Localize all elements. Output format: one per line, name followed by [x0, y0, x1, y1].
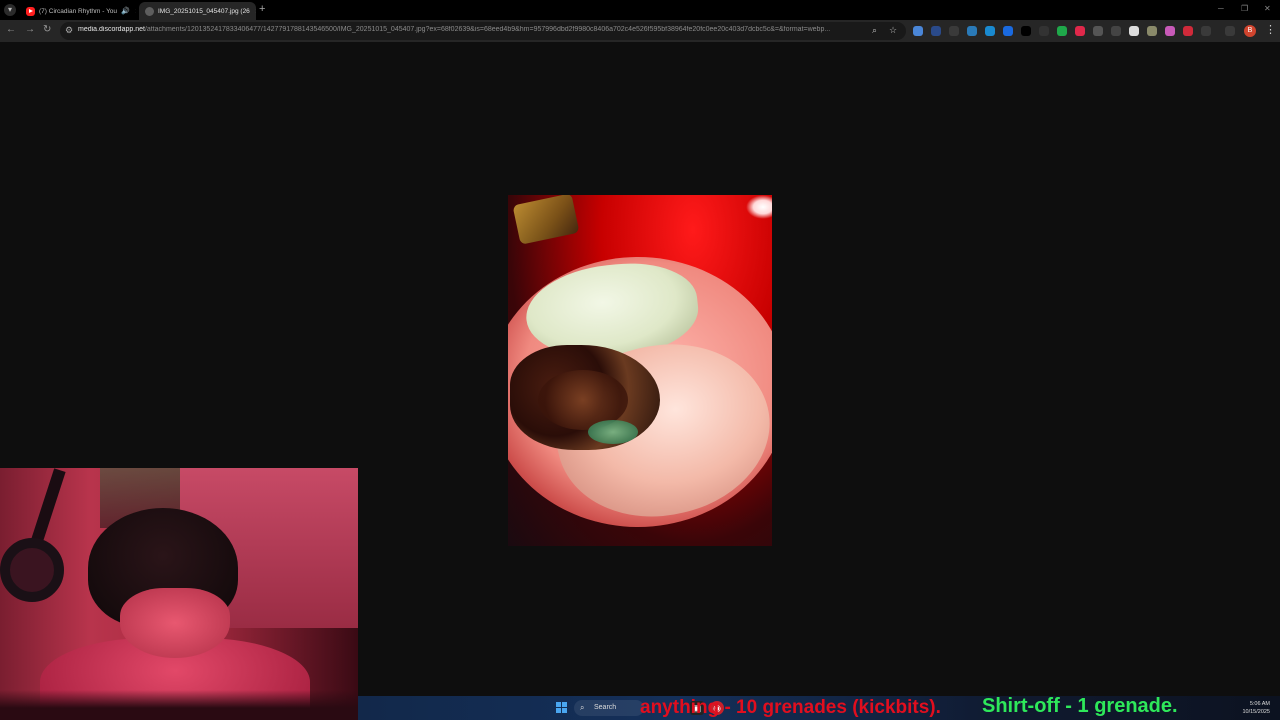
- zoom-icon[interactable]: ⌕: [872, 25, 877, 36]
- image-greens: [588, 420, 638, 444]
- extension-icon[interactable]: [1111, 26, 1121, 36]
- tab-title: IMG_20251015_045407.jpg (26: [158, 7, 250, 15]
- back-button[interactable]: ←: [6, 24, 16, 35]
- address-bar[interactable]: ⚙ media.discordapp.net/attachments/12013…: [60, 22, 906, 40]
- extension-icon[interactable]: [1147, 26, 1157, 36]
- search-icon: ⌕: [580, 703, 585, 712]
- webcam-person-face: [120, 588, 230, 658]
- overlay-red-ticker: anything - 10 grenades (kickbits).: [640, 697, 941, 718]
- close-tab-icon[interactable]: ✕: [250, 7, 256, 16]
- system-clock[interactable]: 5:06 AM 10/15/2025: [1242, 700, 1270, 716]
- restore-button[interactable]: ❐: [1241, 4, 1248, 13]
- viewed-image-food-plate[interactable]: [508, 195, 772, 546]
- speaker-icon[interactable]: 🔊: [121, 7, 130, 15]
- url-domain: media.discordapp.net: [78, 26, 145, 33]
- tab-strip: ▾ (7) Circadian Rhythm - You 🔊 ✕ IMG_202…: [0, 0, 1280, 20]
- forward-button[interactable]: →: [25, 24, 35, 35]
- extension-icon[interactable]: [1021, 26, 1031, 36]
- url-text[interactable]: media.discordapp.net/attachments/1201352…: [78, 26, 858, 33]
- clock-date: 10/15/2025: [1242, 709, 1270, 715]
- bookmark-star-icon[interactable]: ☆: [889, 25, 897, 36]
- new-tab-button[interactable]: +: [259, 3, 265, 15]
- close-tab-icon[interactable]: ✕: [130, 7, 136, 16]
- browser-toolbar: ← → ↻ ⚙ media.discordapp.net/attachments…: [0, 20, 1280, 42]
- youtube-icon: [26, 6, 35, 16]
- reload-button[interactable]: ↻: [43, 24, 51, 35]
- extension-icon[interactable]: [913, 26, 923, 36]
- extension-icon[interactable]: [1003, 26, 1013, 36]
- site-info-icon[interactable]: ⚙: [65, 25, 73, 36]
- webcam-microphone: [0, 538, 64, 602]
- menu-dots-icon[interactable]: ⋮: [1265, 23, 1276, 36]
- extension-icon[interactable]: [1183, 26, 1193, 36]
- url-path: /attachments/1201352417833406477/1427791…: [144, 26, 831, 33]
- webcam-overlay: [0, 468, 358, 720]
- profile-avatar[interactable]: B: [1244, 25, 1256, 37]
- globe-icon: [145, 6, 154, 16]
- clock-time: 5:06 AM: [1249, 701, 1270, 707]
- extensions-puzzle-icon[interactable]: [1201, 26, 1211, 36]
- extension-icon[interactable]: [1075, 26, 1085, 36]
- extension-icon[interactable]: [1057, 26, 1067, 36]
- extension-icon[interactable]: [931, 26, 941, 36]
- extension-icon[interactable]: [967, 26, 977, 36]
- search-label: Search: [594, 704, 617, 711]
- taskbar-search[interactable]: ⌕ Search: [574, 700, 644, 716]
- extension-icon[interactable]: [985, 26, 995, 36]
- minimize-button[interactable]: ─: [1218, 4, 1224, 13]
- webcam-desk: [0, 690, 358, 720]
- extension-icon[interactable]: [1129, 26, 1139, 36]
- extension-icon[interactable]: [1039, 26, 1049, 36]
- tab-title: (7) Circadian Rhythm - You: [39, 7, 118, 15]
- extension-icon[interactable]: [1093, 26, 1103, 36]
- tab-image[interactable]: IMG_20251015_045407.jpg (26 ✕: [139, 2, 256, 20]
- windows-start-icon[interactable]: [556, 702, 568, 714]
- image-sticker: [512, 195, 580, 245]
- close-window-button[interactable]: ✕: [1264, 4, 1271, 13]
- image-light-glare: [746, 195, 772, 219]
- extension-icon[interactable]: [1165, 26, 1175, 36]
- media-control-icon[interactable]: [1225, 26, 1235, 36]
- tab-search-button[interactable]: ▾: [4, 4, 16, 16]
- overlay-green-ticker: Shirt-off - 1 grenade.: [982, 695, 1178, 717]
- tab-circadian-rhythm[interactable]: (7) Circadian Rhythm - You 🔊 ✕: [20, 2, 136, 20]
- extension-icon[interactable]: [949, 26, 959, 36]
